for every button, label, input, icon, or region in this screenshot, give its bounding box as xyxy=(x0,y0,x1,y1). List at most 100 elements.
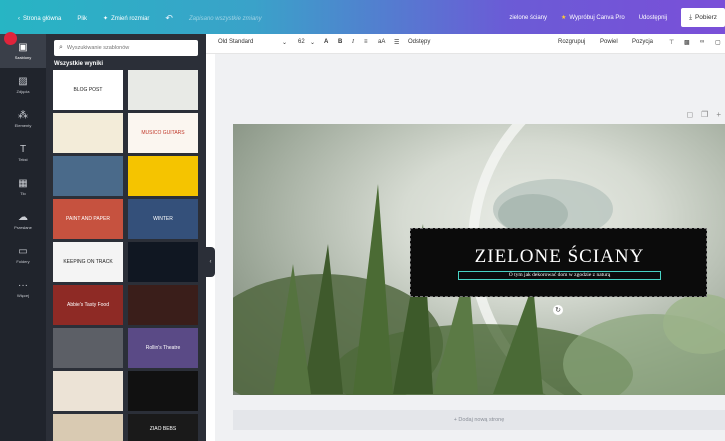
resize-button[interactable]: ✦ Zmień rozmiar xyxy=(103,15,150,23)
rail-label: Przesłane xyxy=(14,224,32,230)
text-icon: T xyxy=(19,143,27,155)
design-page[interactable]: ZIELONE ŚCIANY O tym jak dekorować dom w… xyxy=(233,124,725,395)
rail-label: Tekst xyxy=(18,156,28,162)
rail-label: Szablony xyxy=(14,54,32,60)
background-icon: ▦ xyxy=(18,177,28,189)
italic-button[interactable]: I xyxy=(352,39,354,45)
chevron-left-icon: ‹ xyxy=(209,259,212,265)
chevron-down-icon[interactable]: ⌄ xyxy=(310,39,315,46)
template-thumbnail[interactable] xyxy=(53,328,123,368)
template-thumbnail[interactable]: Rollin's Theatre xyxy=(128,328,198,368)
try-pro-label: Wypróbuj Canva Pro xyxy=(569,14,625,21)
template-thumbnail[interactable] xyxy=(128,156,198,196)
align-icon[interactable]: ≡ xyxy=(364,39,368,45)
template-thumbnail[interactable] xyxy=(53,371,123,411)
rail-item-folders[interactable]: ▭ Foldery xyxy=(0,238,46,272)
template-thumbnail-text: Abbie's Tasty Food xyxy=(67,302,109,308)
undo-icon[interactable]: ↶ xyxy=(165,13,173,24)
template-thumbnail[interactable] xyxy=(128,70,198,110)
ungroup-button[interactable]: Rozgrupuj xyxy=(558,39,585,45)
canvas-area: ◻ ❐ + ZIELONE ŚCIANY O tym jak dekorować… xyxy=(215,54,725,441)
copy-page-icon[interactable]: ❐ xyxy=(701,110,708,119)
star-icon: ✦ xyxy=(103,16,109,22)
template-thumbnail[interactable] xyxy=(128,242,198,282)
rail-label: Foldery xyxy=(16,258,30,264)
template-thumbnail[interactable] xyxy=(53,113,123,153)
paint-roller-icon[interactable]: ⊤ xyxy=(669,39,674,46)
template-thumbnail[interactable]: WINTER xyxy=(128,199,198,239)
rail-item-photos[interactable]: ▨ Zdjęcia xyxy=(0,68,46,102)
rail-item-more[interactable]: ··· Więcej xyxy=(0,272,46,306)
template-thumbnail[interactable] xyxy=(53,156,123,196)
page-controls: ◻ ❐ + xyxy=(687,110,721,119)
template-thumbnail[interactable]: BLOG POST xyxy=(53,70,123,110)
rotate-icon[interactable]: ↻ xyxy=(553,305,563,315)
rail-label: Zdjęcia xyxy=(16,88,30,94)
rail-item-elements[interactable]: ⁂ Elementy xyxy=(0,102,46,136)
edit-toolbar: Old Standard ⌄ 62 ⌄ A B I ≡ aA ☰ Odstępy… xyxy=(206,34,725,54)
save-status: Zapisano wszystkie zmiany xyxy=(188,15,262,22)
rail-label: Więcej xyxy=(16,292,29,298)
template-thumbnail-text: WINTER xyxy=(153,216,173,222)
download-icon: ⤓ xyxy=(689,13,692,21)
rail-label: Elementy xyxy=(14,122,32,128)
template-thumbnail[interactable]: MUSICO GUITARS xyxy=(128,113,198,153)
template-thumbnail[interactable]: KEEPING ON TRACK xyxy=(53,242,123,282)
top-bar-left: ‹ Strona główna Plik ✦ Zmień rozmiar ↶ Z… xyxy=(18,13,262,24)
home-label: Strona główna xyxy=(23,15,62,22)
design-name[interactable]: zielone ściany xyxy=(509,15,547,21)
rail-item-text[interactable]: T Tekst xyxy=(0,136,46,170)
design-subtitle[interactable]: O tym jak dekorować dom w zgodzie z natu… xyxy=(458,271,661,280)
rail-label: Tło xyxy=(20,190,26,196)
templates-panel: ⌕ Wszystkie wyniki BLOG POST MUSICO GUITA… xyxy=(46,34,206,441)
spacing-button[interactable]: Odstępy xyxy=(408,39,430,45)
rail-item-background[interactable]: ▦ Tło xyxy=(0,170,46,204)
transparency-icon[interactable]: ▩ xyxy=(684,39,690,46)
delete-icon[interactable]: ▢ xyxy=(715,39,721,46)
position-button[interactable]: Pozycja xyxy=(632,39,653,45)
try-pro-button[interactable]: ★ Wypróbuj Canva Pro xyxy=(561,14,625,22)
template-thumbnail[interactable] xyxy=(53,414,123,441)
text-color-button[interactable]: A xyxy=(324,39,328,45)
share-button[interactable]: Udostępnij xyxy=(639,15,667,21)
text-selection-box[interactable]: ZIELONE ŚCIANY O tym jak dekorować dom w… xyxy=(410,228,707,297)
bold-button[interactable]: B xyxy=(338,39,342,45)
elements-icon: ⁂ xyxy=(18,109,28,121)
download-button[interactable]: ⤓ Pobierz xyxy=(681,8,725,27)
search-icon: ⌕ xyxy=(59,44,63,51)
template-thumbnail-text: Rollin's Theatre xyxy=(145,345,181,351)
search-input[interactable] xyxy=(66,45,187,51)
folder-icon: ▭ xyxy=(18,245,28,257)
add-page-button[interactable]: + Dodaj nową stronę xyxy=(233,410,725,430)
side-rail: ▣ Szablony ▨ Zdjęcia ⁂ Elementy T Tekst … xyxy=(0,34,46,441)
design-title[interactable]: ZIELONE ŚCIANY xyxy=(411,246,708,268)
resize-label: Zmień rozmiar xyxy=(111,15,150,22)
template-thumbnail-text: MUSICO GUITARS xyxy=(141,130,185,136)
duplicate-button[interactable]: Powiel xyxy=(600,39,618,45)
case-button[interactable]: aA xyxy=(378,39,385,45)
upload-icon: ☁ xyxy=(18,211,28,223)
top-bar: ‹ Strona główna Plik ✦ Zmień rozmiar ↶ Z… xyxy=(0,0,725,34)
list-icon[interactable]: ☰ xyxy=(394,39,399,46)
rail-item-uploads[interactable]: ☁ Przesłane xyxy=(0,204,46,238)
template-thumbnail[interactable] xyxy=(128,371,198,411)
note-icon[interactable]: ◻ xyxy=(687,110,694,119)
collapse-panel-button[interactable]: ‹ xyxy=(206,247,215,277)
home-button[interactable]: ‹ Strona główna xyxy=(18,16,61,22)
font-size-select[interactable]: 62 xyxy=(298,39,305,45)
template-thumbnail[interactable]: ZIAO BEBS xyxy=(128,414,198,441)
template-thumbnail[interactable] xyxy=(128,285,198,325)
add-page-icon[interactable]: + xyxy=(716,110,721,119)
search-box: ⌕ xyxy=(54,40,198,56)
file-menu[interactable]: Plik xyxy=(77,16,87,22)
template-thumbnail[interactable]: Abbie's Tasty Food xyxy=(53,285,123,325)
font-family-select[interactable]: Old Standard xyxy=(218,39,253,45)
crown-icon: ★ xyxy=(561,15,567,21)
chevron-down-icon[interactable]: ⌄ xyxy=(282,39,287,46)
results-heading: Wszystkie wyniki xyxy=(54,61,104,67)
download-label: Pobierz xyxy=(694,14,717,21)
more-icon: ··· xyxy=(18,279,28,291)
link-icon[interactable]: ∞ xyxy=(700,39,704,45)
template-thumbnail[interactable]: PAINT AND PAPER xyxy=(53,199,123,239)
photo-icon: ▨ xyxy=(18,75,28,87)
